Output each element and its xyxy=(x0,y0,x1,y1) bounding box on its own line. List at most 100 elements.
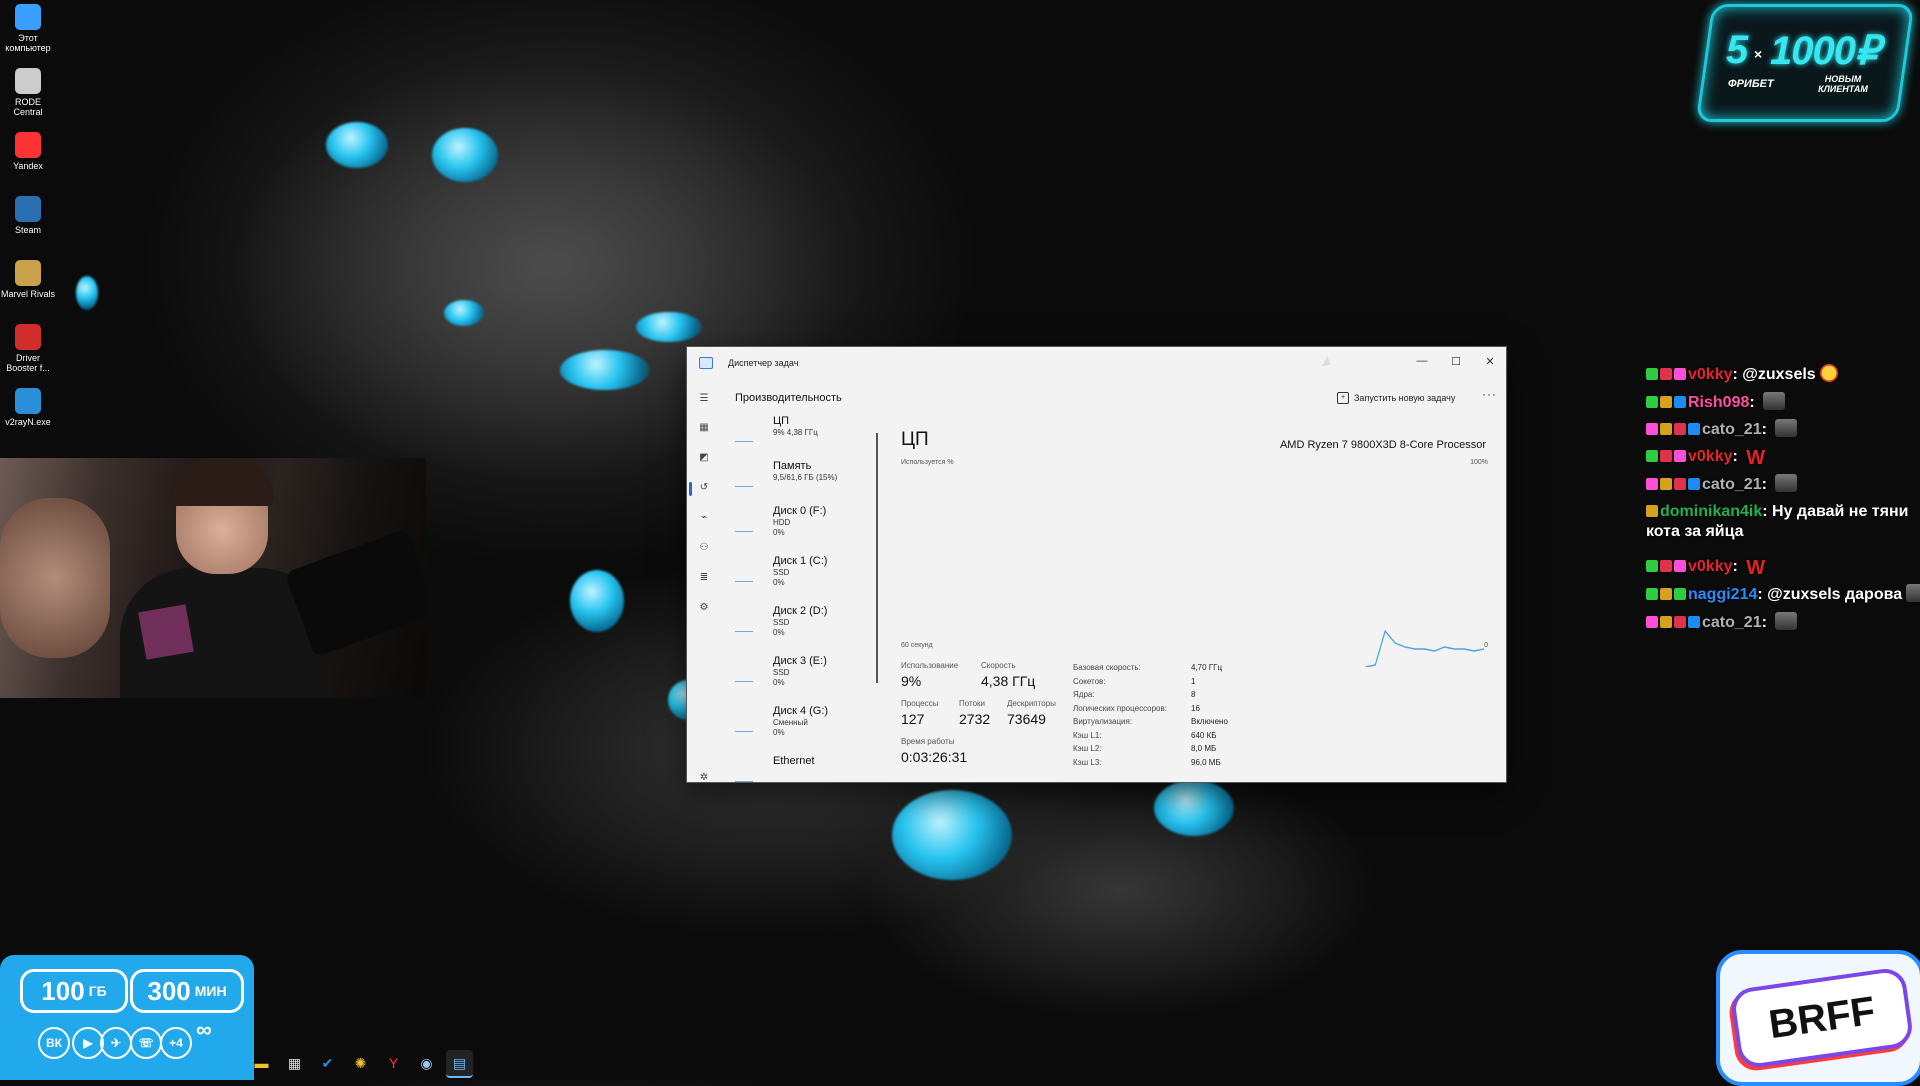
device-item[interactable]: Диск 3 (E:) SSD 0% xyxy=(735,655,865,701)
chat-username[interactable]: v0kky xyxy=(1688,448,1733,465)
webcam-overlay xyxy=(0,458,426,698)
device-item[interactable]: Диск 2 (D:) SSD 0% xyxy=(735,605,865,651)
services-icon[interactable]: ⚙ xyxy=(698,602,710,614)
task-manager-icon[interactable]: ▤ xyxy=(446,1050,473,1078)
minutes-pill: 300 МИН xyxy=(130,969,244,1013)
desktop-icon[interactable]: v2rayN.exe xyxy=(0,384,56,448)
threads-label: Потоки xyxy=(959,699,986,708)
minutes-amount: 300 xyxy=(147,975,191,1006)
device-item[interactable]: Диск 0 (F:) HDD 0% xyxy=(735,505,865,551)
device-name: Ethernet xyxy=(773,755,815,767)
chat-username[interactable]: cato_21 xyxy=(1702,476,1762,493)
window-title: Диспетчер задач xyxy=(728,358,799,368)
spec-label: Кэш L3: xyxy=(1073,757,1102,767)
brff-logo: BRFF xyxy=(1729,966,1915,1070)
chat-username[interactable]: dominikan4ik xyxy=(1660,503,1762,520)
spec-label: Ядра: xyxy=(1073,690,1095,699)
settings-icon[interactable]: ✲ xyxy=(698,772,710,784)
desktop-icon[interactable]: RODE Central xyxy=(0,64,56,128)
device-item[interactable]: Память 9,5/61,6 ГБ (15%) xyxy=(735,460,865,506)
chat-username[interactable]: cato_21 xyxy=(1702,614,1762,631)
calendar-icon[interactable]: ▦ xyxy=(281,1050,308,1076)
wallpaper-droplet xyxy=(570,570,624,632)
usage-axis-label: Используется % xyxy=(901,459,954,466)
chat-badge-icon xyxy=(1674,368,1686,380)
wallpaper-droplet xyxy=(560,350,650,390)
chat-username[interactable]: naggi214 xyxy=(1688,586,1757,603)
details-icon[interactable]: ≣ xyxy=(698,572,710,584)
chat-badge-icon xyxy=(1674,395,1686,408)
chat-username[interactable]: cato_21 xyxy=(1702,421,1762,438)
chat-message: Rish098: xyxy=(1646,391,1786,413)
usage-label: Использование xyxy=(901,661,959,670)
chat-badge-icon xyxy=(1646,559,1658,572)
v2ray-icon[interactable]: ✔ xyxy=(314,1050,341,1076)
data-plan-pill: 100 ГБ xyxy=(20,969,128,1013)
desktop-icon[interactable]: Driver Booster f... xyxy=(0,320,56,384)
minimize-button[interactable]: — xyxy=(1408,351,1436,371)
chat-message: cato_21: xyxy=(1646,474,1798,495)
chat-message: cato_21: xyxy=(1646,419,1798,440)
chat-username[interactable]: v0kky xyxy=(1688,558,1733,575)
more-options-icon[interactable]: ··· xyxy=(1482,387,1497,401)
spec-label: Виртуализация: xyxy=(1073,717,1133,726)
users-icon[interactable]: ⚇ xyxy=(698,542,710,554)
desktop-icon[interactable]: Yandex xyxy=(0,128,56,192)
device-item[interactable]: Диск 1 (C:) SSD 0% xyxy=(735,555,865,601)
chat-username[interactable]: Rish098 xyxy=(1688,394,1749,411)
chat-emote-icon xyxy=(1775,474,1798,492)
run-new-task-button[interactable]: + Запустить новую задачу xyxy=(1337,392,1455,404)
graph-max-label: 100% xyxy=(1470,459,1488,466)
infinity-icon: ∞ xyxy=(196,1017,212,1042)
device-name: Диск 4 (G:) xyxy=(773,705,829,717)
spec-value: 16 xyxy=(1191,703,1200,713)
graph-time-label: 60 секунд xyxy=(901,642,933,649)
chat-badge-icon xyxy=(1674,423,1686,435)
device-item[interactable]: ЦП 9% 4,38 ГГц xyxy=(735,415,865,461)
promo-new-clients-label: НОВЫМ КЛИЕНТАМ xyxy=(1818,74,1868,94)
yandex-icon[interactable]: Y xyxy=(380,1050,407,1076)
chat-badge-icon xyxy=(1646,478,1658,490)
v2ray-icon xyxy=(15,388,41,414)
title-bar[interactable]: Диспетчер задач — ☐ ✕ xyxy=(687,347,1506,379)
chat-badge-icon xyxy=(1660,478,1672,490)
spec-value: 8,0 МБ xyxy=(1191,744,1217,753)
spec-label: Базовая скорость: xyxy=(1073,663,1141,672)
task-manager-window[interactable]: Диспетчер задач — ☐ ✕ ☰ ▦ ◩ ↺ ⌁ ⚇ ≣ ⚙ ✲ … xyxy=(687,347,1506,784)
startup-apps-icon[interactable]: ⌁ xyxy=(698,512,710,524)
chat-separator: : xyxy=(1732,557,1743,575)
device-details: SSD 0% xyxy=(773,568,789,588)
handles-value: 73649 xyxy=(1007,711,1046,727)
close-button[interactable]: ✕ xyxy=(1476,351,1504,371)
app-history-icon[interactable]: ↺ xyxy=(698,482,710,494)
steam-icon[interactable]: ◉ xyxy=(413,1050,440,1076)
device-detail-line: SSD xyxy=(773,618,790,627)
chat-username[interactable]: v0kky xyxy=(1688,366,1733,383)
page-title: Производительность xyxy=(735,392,842,404)
device-item[interactable]: Ethernet xyxy=(735,755,865,801)
webcam-shirt-patch xyxy=(138,604,194,660)
brff-logo-overlay: BRFF xyxy=(1716,950,1920,1086)
chat-separator: : xyxy=(1732,447,1743,465)
device-item[interactable]: Диск 4 (G:) Сменный 0% xyxy=(735,705,865,751)
splitter[interactable] xyxy=(876,433,878,683)
maximize-button[interactable]: ☐ xyxy=(1442,351,1470,371)
device-name: ЦП xyxy=(773,415,790,427)
chat-badge-icon xyxy=(1660,559,1672,572)
desktop-icon[interactable]: Этот компьютер xyxy=(0,0,56,64)
chat-badge-icon xyxy=(1646,504,1658,517)
processes-icon[interactable]: ▦ xyxy=(698,422,710,434)
chat-separator: : xyxy=(1732,366,1743,383)
file-explorer-icon[interactable]: ▬ xyxy=(248,1050,275,1076)
desktop-icon[interactable]: Steam xyxy=(0,192,56,256)
performance-icon[interactable]: ◩ xyxy=(698,452,710,464)
device-name: Диск 0 (F:) xyxy=(773,505,827,517)
desktop-icon[interactable]: Marvel Rivals xyxy=(0,256,56,320)
device-sparkline xyxy=(735,721,753,732)
hamburger-menu-icon[interactable]: ☰ xyxy=(698,393,710,405)
mobile-plan-banner: 100 ГБ 300 МИН ВК ▶ ✈ ☏ +4 ∞ xyxy=(0,955,254,1080)
sun-app-icon[interactable]: ✺ xyxy=(347,1050,374,1076)
chat-badge-icon xyxy=(1674,615,1686,628)
chat-separator: : xyxy=(1757,586,1768,603)
chat-text: @zuxsels дарова xyxy=(1767,586,1903,603)
